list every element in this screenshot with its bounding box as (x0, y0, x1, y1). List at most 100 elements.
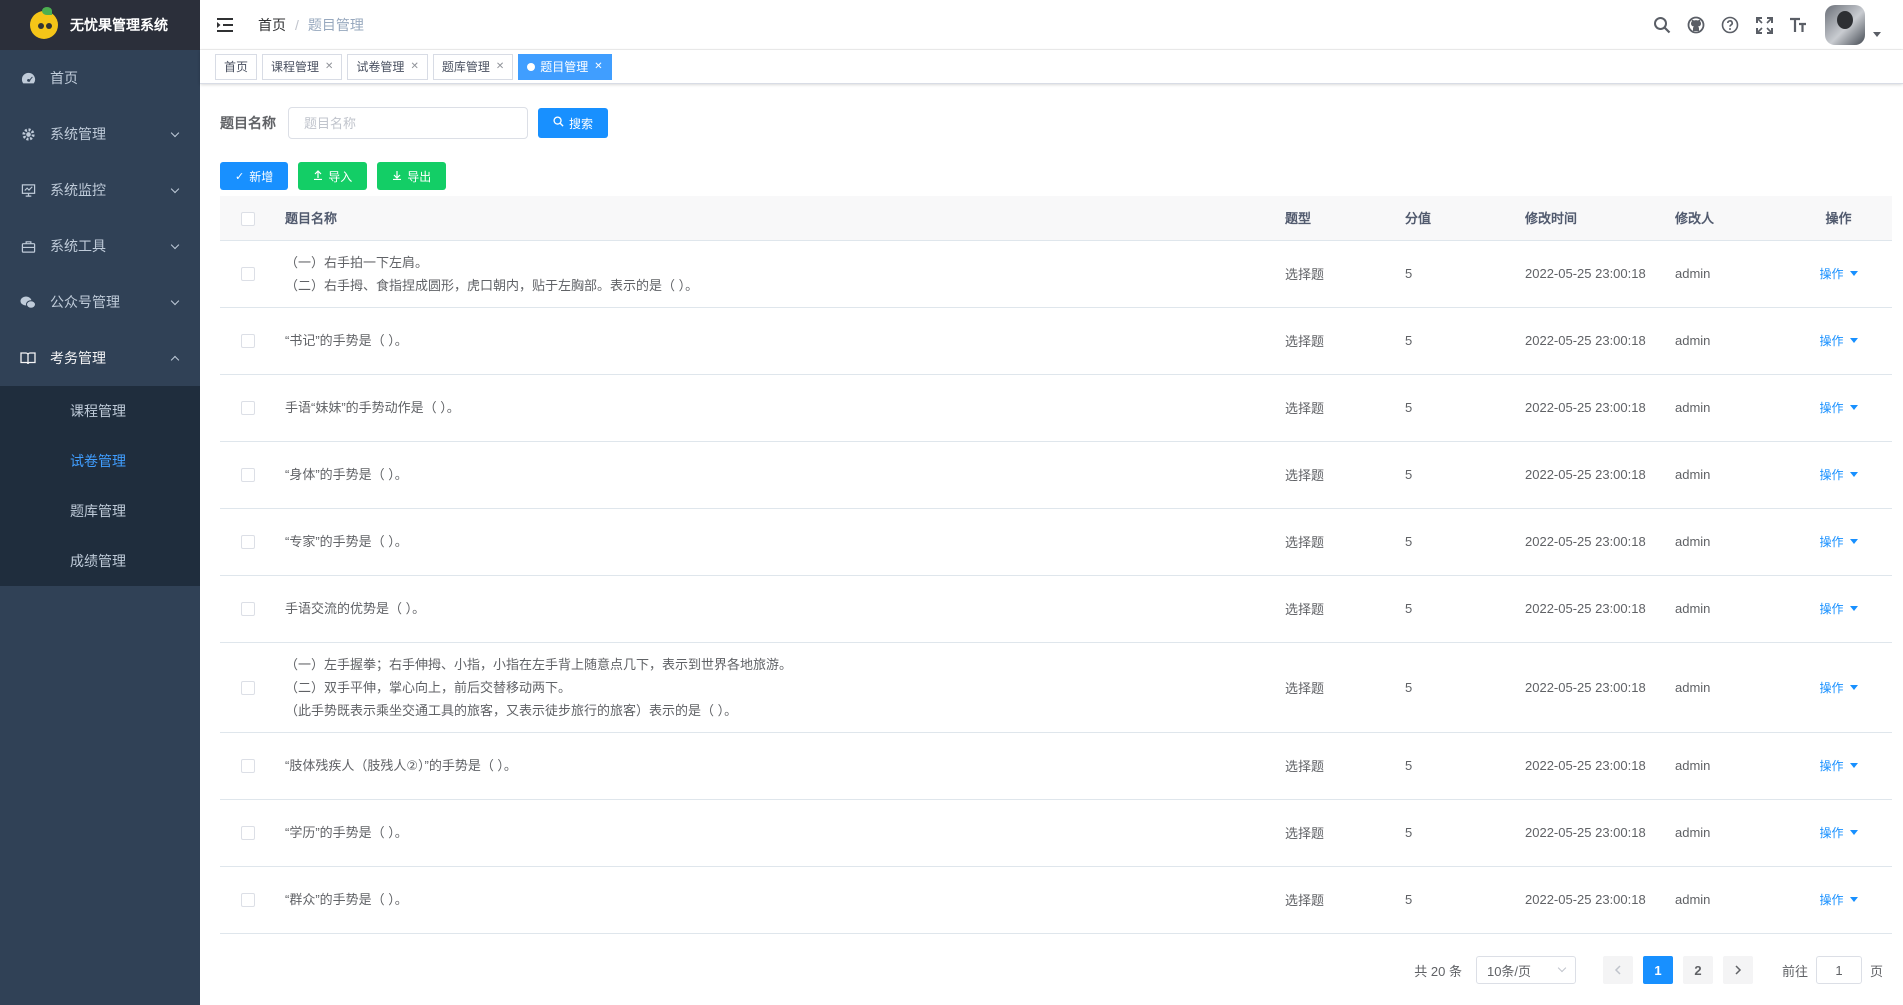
operation-dropdown[interactable]: 操作 (1819, 891, 1858, 908)
operation-dropdown[interactable]: 操作 (1819, 332, 1858, 349)
close-icon[interactable]: ✕ (325, 55, 333, 79)
table-row[interactable]: 手语交流的优势是（ ）。 选择题 5 2022-05-25 23:00:18 admin… (220, 575, 1892, 643)
prev-page-button[interactable] (1602, 956, 1633, 984)
question-type: 选择题 (1275, 374, 1395, 442)
tag-paper[interactable]: 试卷管理 ✕ (347, 53, 428, 80)
import-button[interactable]: 导入 (298, 162, 368, 190)
row-checkbox[interactable] (240, 602, 255, 617)
sidebar-item-tools[interactable]: 系统工具 (0, 218, 200, 274)
operation-dropdown[interactable]: 操作 (1819, 265, 1858, 282)
operation-dropdown[interactable]: 操作 (1819, 824, 1858, 841)
question-name: “学历”的手势是（ ）。 (285, 825, 408, 840)
row-select-cell (220, 307, 275, 375)
operation-dropdown[interactable]: 操作 (1819, 466, 1858, 483)
github-icon[interactable] (1679, 0, 1713, 50)
sidebar-subitem-score[interactable]: 成绩管理 (0, 536, 200, 586)
table-row[interactable]: “专家”的手势是（ ）。 选择题 5 2022-05-25 23:00:18 admin… (220, 508, 1892, 576)
pagination-total: 共 20 条 (1414, 963, 1462, 979)
table-row[interactable]: （一）右手拍一下左肩。 （二）右手拇、食指捏成圆形，虎口朝内，贴于左胸部。表示的… (220, 240, 1892, 308)
table-row[interactable]: “身体”的手势是（ ）。 选择题 5 2022-05-25 23:00:18 admin… (220, 441, 1892, 509)
page-button-1[interactable]: 1 (1642, 956, 1673, 984)
search-button-label: 搜索 (569, 116, 594, 131)
add-button[interactable]: ✓ 新增 (220, 162, 289, 190)
sidebar-item-label: 考务管理 (50, 350, 106, 366)
table-body: （一）右手拍一下左肩。 （二）右手拇、食指捏成圆形，虎口朝内，贴于左胸部。表示的… (220, 240, 1892, 934)
search-icon[interactable] (1645, 0, 1679, 50)
table-row[interactable]: “学历”的手势是（ ）。 选择题 5 2022-05-25 23:00:18 admin… (220, 799, 1892, 867)
question-type: 选择题 (1275, 799, 1395, 867)
close-icon[interactable]: ✕ (594, 55, 602, 79)
page-size-select[interactable]: 10条/页 (1475, 956, 1576, 984)
question-name: “肢体残疾人（肢残人②）”的手势是（ ）。 (285, 758, 517, 773)
question-table: 题目名称 题型 分值 修改时间 修改人 操作 （一）右手拍一下左肩。 （二）右手… (220, 196, 1892, 934)
select-all-checkbox[interactable] (240, 211, 255, 226)
hamburger-button[interactable] (200, 0, 250, 50)
modified-time-cell: 2022-05-25 23:00:18 (1515, 575, 1665, 643)
menu-fold-icon (217, 17, 233, 32)
sidebar-item-monitor[interactable]: 系统监控 (0, 162, 200, 218)
check-icon: ✓ (235, 170, 245, 183)
row-checkbox[interactable] (240, 759, 255, 774)
row-checkbox[interactable] (240, 826, 255, 841)
table-row[interactable]: （一）左手握拳；右手伸拇、小指，小指在左手背上随意点几下，表示到世界各地旅游。 … (220, 642, 1892, 733)
table-row[interactable]: “肢体残疾人（肢残人②）”的手势是（ ）。 选择题 5 2022-05-25 23:0… (220, 732, 1892, 800)
sidebar-item-home[interactable]: 首页 (0, 50, 200, 106)
row-checkbox[interactable] (240, 468, 255, 483)
row-checkbox[interactable] (240, 680, 255, 695)
tag-course[interactable]: 课程管理 ✕ (262, 53, 343, 80)
row-checkbox[interactable] (240, 401, 255, 416)
row-checkbox[interactable] (240, 893, 255, 908)
export-button[interactable]: 导出 (377, 162, 447, 190)
wechat-icon (20, 294, 36, 310)
row-checkbox[interactable] (240, 535, 255, 550)
logo[interactable]: 无忧果管理系统 (0, 0, 200, 50)
close-icon[interactable]: ✕ (496, 55, 504, 79)
page-button-2[interactable]: 2 (1682, 956, 1713, 984)
row-checkbox[interactable] (240, 334, 255, 349)
sidebar-item-system[interactable]: 系统管理 (0, 106, 200, 162)
question-name-cell: “肢体残疾人（肢残人②）”的手势是（ ）。 (275, 732, 1275, 800)
question-name: （一）右手拍一下左肩。 （二）右手拇、食指捏成圆形，虎口朝内，贴于左胸部。表示的… (285, 254, 699, 293)
table-row[interactable]: “群众”的手势是（ ）。 选择题 5 2022-05-25 23:00:18 admin… (220, 866, 1892, 934)
sidebar-subitem-course[interactable]: 课程管理 (0, 386, 200, 436)
sidebar-subitem-paper[interactable]: 试卷管理 (0, 436, 200, 486)
caret-down-icon (1849, 472, 1858, 477)
sidebar-subitem-question-bank[interactable]: 题库管理 (0, 486, 200, 536)
font-size-icon[interactable] (1781, 0, 1815, 50)
question-type: 选择题 (1275, 508, 1395, 576)
question-score: 5 (1395, 307, 1515, 375)
fullscreen-icon[interactable] (1747, 0, 1781, 50)
toolbar: ✓ 新增 导入 导出 (220, 162, 1883, 190)
close-icon[interactable]: ✕ (410, 55, 418, 79)
operation-dropdown[interactable]: 操作 (1819, 399, 1858, 416)
user-menu[interactable] (1825, 5, 1881, 45)
table-row[interactable]: “书记”的手势是（ ）。 选择题 5 2022-05-25 23:00:18 admin… (220, 307, 1892, 375)
search-input[interactable] (288, 107, 528, 139)
tag-home[interactable]: 首页 (215, 53, 258, 80)
tag-question[interactable]: 题目管理 ✕ (518, 53, 612, 80)
question-type: 选择题 (1275, 642, 1395, 733)
operation-dropdown[interactable]: 操作 (1819, 533, 1858, 550)
row-checkbox[interactable] (240, 267, 255, 282)
search-button[interactable]: 搜索 (538, 108, 609, 138)
next-page-button[interactable] (1722, 956, 1753, 984)
question-type: 选择题 (1275, 575, 1395, 643)
sidebar-item-wechat[interactable]: 公众号管理 (0, 274, 200, 330)
chevron-down-icon (170, 128, 180, 138)
caret-down-icon (1849, 606, 1858, 611)
operation-dropdown[interactable]: 操作 (1819, 600, 1858, 617)
column-header-type: 题型 (1275, 196, 1395, 241)
operation-dropdown[interactable]: 操作 (1819, 757, 1858, 774)
table-row[interactable]: 手语“妹妹”的手势动作是（ ）。 选择题 5 2022-05-25 23:00:18 a… (220, 374, 1892, 442)
tag-question-bank[interactable]: 题库管理 ✕ (432, 53, 514, 80)
operation-dropdown[interactable]: 操作 (1819, 679, 1858, 696)
operation-label: 操作 (1819, 826, 1844, 840)
op-cell: 操作 (1785, 799, 1892, 867)
breadcrumb-home[interactable]: 首页 (258, 15, 286, 35)
sidebar-item-exam[interactable]: 考务管理 (0, 330, 200, 386)
page-jump-input[interactable] (1815, 956, 1862, 984)
modified-by: admin (1665, 799, 1785, 867)
help-icon[interactable] (1713, 0, 1747, 50)
breadcrumb-current: 题目管理 (307, 16, 364, 33)
caret-down-icon (1849, 539, 1858, 544)
